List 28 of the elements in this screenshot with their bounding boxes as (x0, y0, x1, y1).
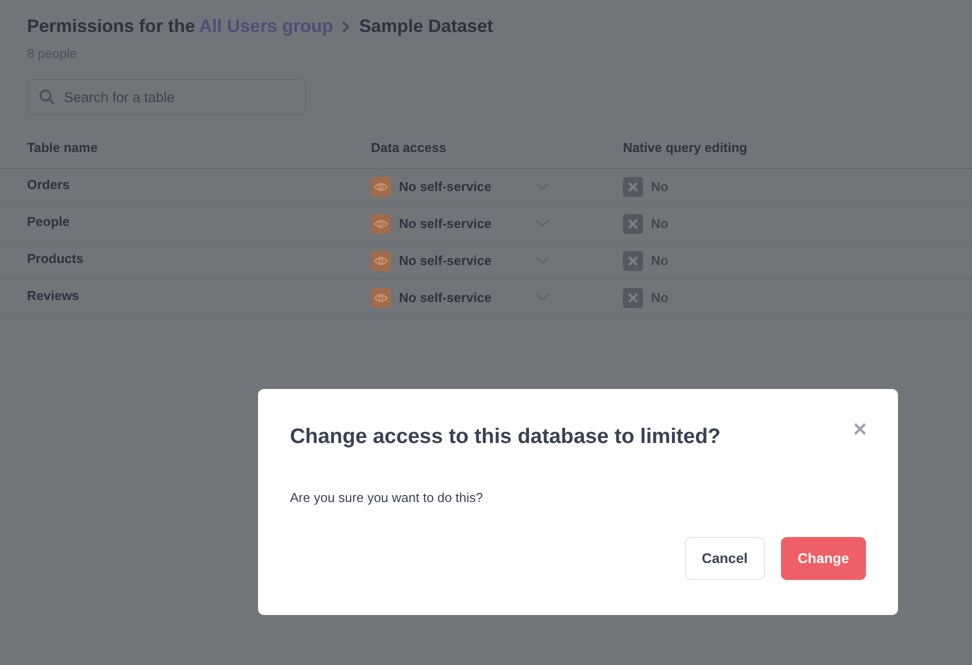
search-icon (39, 88, 55, 104)
access-dropdown[interactable]: No self-service (399, 214, 535, 234)
close-icon[interactable] (854, 423, 866, 435)
table-name: People (27, 212, 71, 231)
x-icon (623, 176, 643, 196)
column-header: Table name (27, 139, 99, 158)
table-name: Reviews (27, 286, 80, 305)
table-name: Orders (27, 176, 71, 194)
eye-icon (371, 288, 391, 308)
eye-icon (371, 250, 391, 270)
chevron-icon (341, 20, 352, 34)
access-dropdown[interactable]: No self-service (399, 176, 535, 196)
x-icon (623, 250, 643, 270)
eye-icon (371, 214, 391, 234)
page-title: Permissions for the (27, 15, 196, 38)
column-header: Data access (371, 139, 448, 158)
table-name: Products (27, 250, 84, 268)
breadcrumb-item[interactable]: Sample Dataset (359, 13, 494, 40)
eye-icon (371, 176, 391, 196)
dialog-message: Are you sure you want to do this? (289, 488, 484, 507)
dialog-title: Change access to this database to limited? (290, 424, 721, 450)
access-dropdown[interactable]: No self-service (399, 250, 535, 270)
x-icon (623, 288, 643, 308)
confirm-button[interactable]: Change (780, 537, 866, 580)
access-dropdown[interactable]: No self-service (399, 288, 535, 308)
x-icon (623, 214, 643, 234)
column-header: Native query editing (623, 139, 748, 158)
cancel-button[interactable]: Cancel (684, 537, 765, 580)
